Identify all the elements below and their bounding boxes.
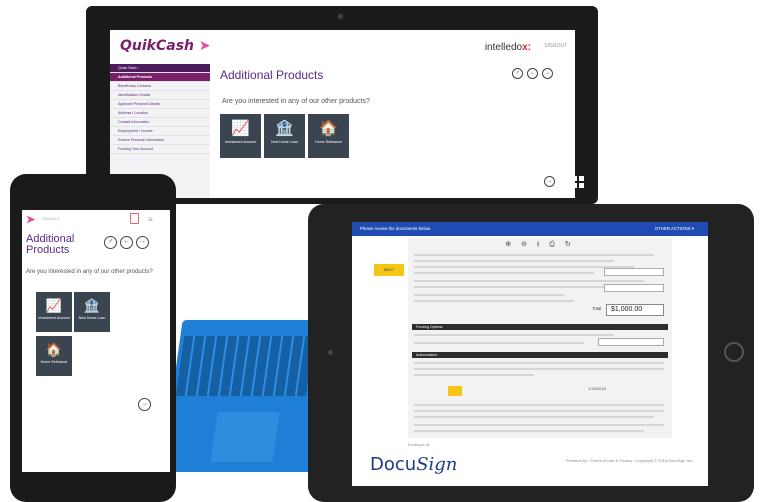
sidebar-item-review[interactable]: Review Personal Information bbox=[110, 136, 210, 145]
forward-arrow-icon[interactable]: → bbox=[136, 236, 149, 249]
tile-label: Investment Account bbox=[224, 140, 257, 144]
other-actions-menu[interactable]: OTHER ACTIONS ▾ bbox=[655, 222, 694, 236]
sidebar-item-quick-start[interactable]: Quick Start • bbox=[110, 64, 210, 73]
back-arrow-icon[interactable]: ← bbox=[120, 236, 133, 249]
surface-screen: QuikCash ➤ intelledox: SIGNOUT Quick Sta… bbox=[110, 30, 575, 198]
signout-link[interactable]: SIGNOUT bbox=[42, 216, 60, 221]
docusign-logo: DocuSign bbox=[370, 454, 458, 475]
investment-account-tile[interactable]: 📈 Investment Account bbox=[220, 114, 261, 158]
profile-icon[interactable]: ♂ bbox=[512, 68, 523, 79]
new-home-loan-tile[interactable]: 🏦 New Home Loan bbox=[264, 114, 305, 158]
phone-screen: ➤ SIGNOUT ≡ Additional Products ♂ ← → Ar… bbox=[22, 210, 170, 472]
next-field-tag[interactable]: NEXT bbox=[374, 264, 404, 276]
sidebar-item-employment[interactable]: Employment / Income bbox=[110, 127, 210, 136]
camera-icon bbox=[338, 14, 343, 19]
total-amount-field[interactable]: $1,000.00 bbox=[606, 304, 664, 316]
signout-link[interactable]: SIGNOUT bbox=[544, 43, 567, 49]
forward-arrow-icon[interactable]: → bbox=[542, 68, 553, 79]
docusign-header-bar: Please review the documents below. OTHER… bbox=[352, 222, 708, 236]
profile-icon[interactable]: ♂ bbox=[104, 236, 117, 249]
keyboard-keys bbox=[175, 336, 315, 396]
authorization-header: Authorization bbox=[412, 352, 668, 358]
document-toolbar[interactable]: ⊕ ⊖ ⭳ ⎙ ↻ bbox=[408, 240, 672, 251]
document-page: ⊕ ⊖ ⭳ ⎙ ↻ Total $1,000.00 Funding Option… bbox=[408, 238, 672, 438]
menu-icon[interactable]: ≡ bbox=[148, 215, 153, 224]
funding-options-header: Funding Options bbox=[412, 324, 668, 330]
investment-icon: 📈 bbox=[45, 298, 63, 313]
products-question: Are you interested in any of our other p… bbox=[222, 98, 370, 105]
sidebar-item-contact[interactable]: Contact Information bbox=[110, 118, 210, 127]
home-refinance-tile[interactable]: 🏠 Home Refinance bbox=[36, 336, 72, 376]
trackpad bbox=[210, 412, 280, 462]
review-instructions: Please review the documents below. bbox=[360, 226, 432, 231]
sidebar-item-funding[interactable]: Funding Your Account bbox=[110, 145, 210, 154]
intelledox-logo: intelledox: bbox=[484, 42, 531, 53]
header-nav-icons: ♂ ← → bbox=[104, 236, 149, 249]
home-refinance-icon: 🏠 bbox=[45, 342, 63, 357]
tablet-screen: Please review the documents below. OTHER… bbox=[352, 222, 708, 486]
page-title: Additional Products bbox=[26, 233, 75, 256]
header-nav-icons: ♂ ← → bbox=[512, 68, 553, 79]
next-arrow-icon[interactable]: → bbox=[544, 176, 555, 187]
sidebar-item-identification[interactable]: Identification Details bbox=[110, 91, 210, 100]
total-label: Total bbox=[592, 306, 602, 311]
home-loan-icon: 🏦 bbox=[275, 120, 294, 137]
page-title: Additional Products bbox=[220, 68, 324, 82]
sidebar-item-additional-products[interactable]: Additional Products bbox=[110, 73, 210, 82]
envelope-id: Envelope Id bbox=[408, 442, 430, 447]
document-icon[interactable] bbox=[130, 213, 139, 224]
quikcash-mark-icon: ➤ bbox=[26, 214, 36, 226]
sidebar-item-beneficiary[interactable]: Beneficiary Contacts bbox=[110, 82, 210, 91]
product-tiles: 📈 Investment Account 🏦 New Home Loan 🏠 Home… bbox=[220, 114, 349, 158]
new-home-loan-tile[interactable]: 🏦 New Home Loan bbox=[74, 292, 110, 332]
docusign-footer: Powered by • Terms of Use & Privacy • Co… bbox=[566, 458, 694, 463]
date-signed: 1/18/2018 bbox=[588, 386, 606, 391]
tile-label: Home Refinance bbox=[315, 140, 342, 144]
next-arrow-icon[interactable]: → bbox=[138, 398, 151, 411]
camera-icon bbox=[328, 350, 333, 355]
sidebar-item-personal-details[interactable]: Applicant Personal Details bbox=[110, 100, 210, 109]
home-loan-icon: 🏦 bbox=[83, 298, 101, 313]
home-refinance-tile[interactable]: 🏠 Home Refinance bbox=[308, 114, 349, 158]
products-question: Are you interested in any of our other p… bbox=[26, 269, 153, 275]
tile-label: Investment Account bbox=[38, 316, 70, 320]
home-button[interactable] bbox=[724, 342, 744, 362]
investment-account-tile[interactable]: 📈 Investment Account bbox=[36, 292, 72, 332]
sidebar-item-address[interactable]: Address / Location bbox=[110, 109, 210, 118]
quikcash-logo: QuikCash ➤ bbox=[120, 38, 211, 54]
home-refinance-icon: 🏠 bbox=[319, 120, 338, 137]
tile-label: New Home Loan bbox=[271, 140, 298, 144]
tile-label: Home Refinance bbox=[40, 360, 68, 364]
investment-icon: 📈 bbox=[231, 120, 250, 137]
sign-here-tag[interactable] bbox=[448, 386, 462, 396]
back-arrow-icon[interactable]: ← bbox=[527, 68, 538, 79]
tile-label: New Home Loan bbox=[78, 316, 106, 320]
